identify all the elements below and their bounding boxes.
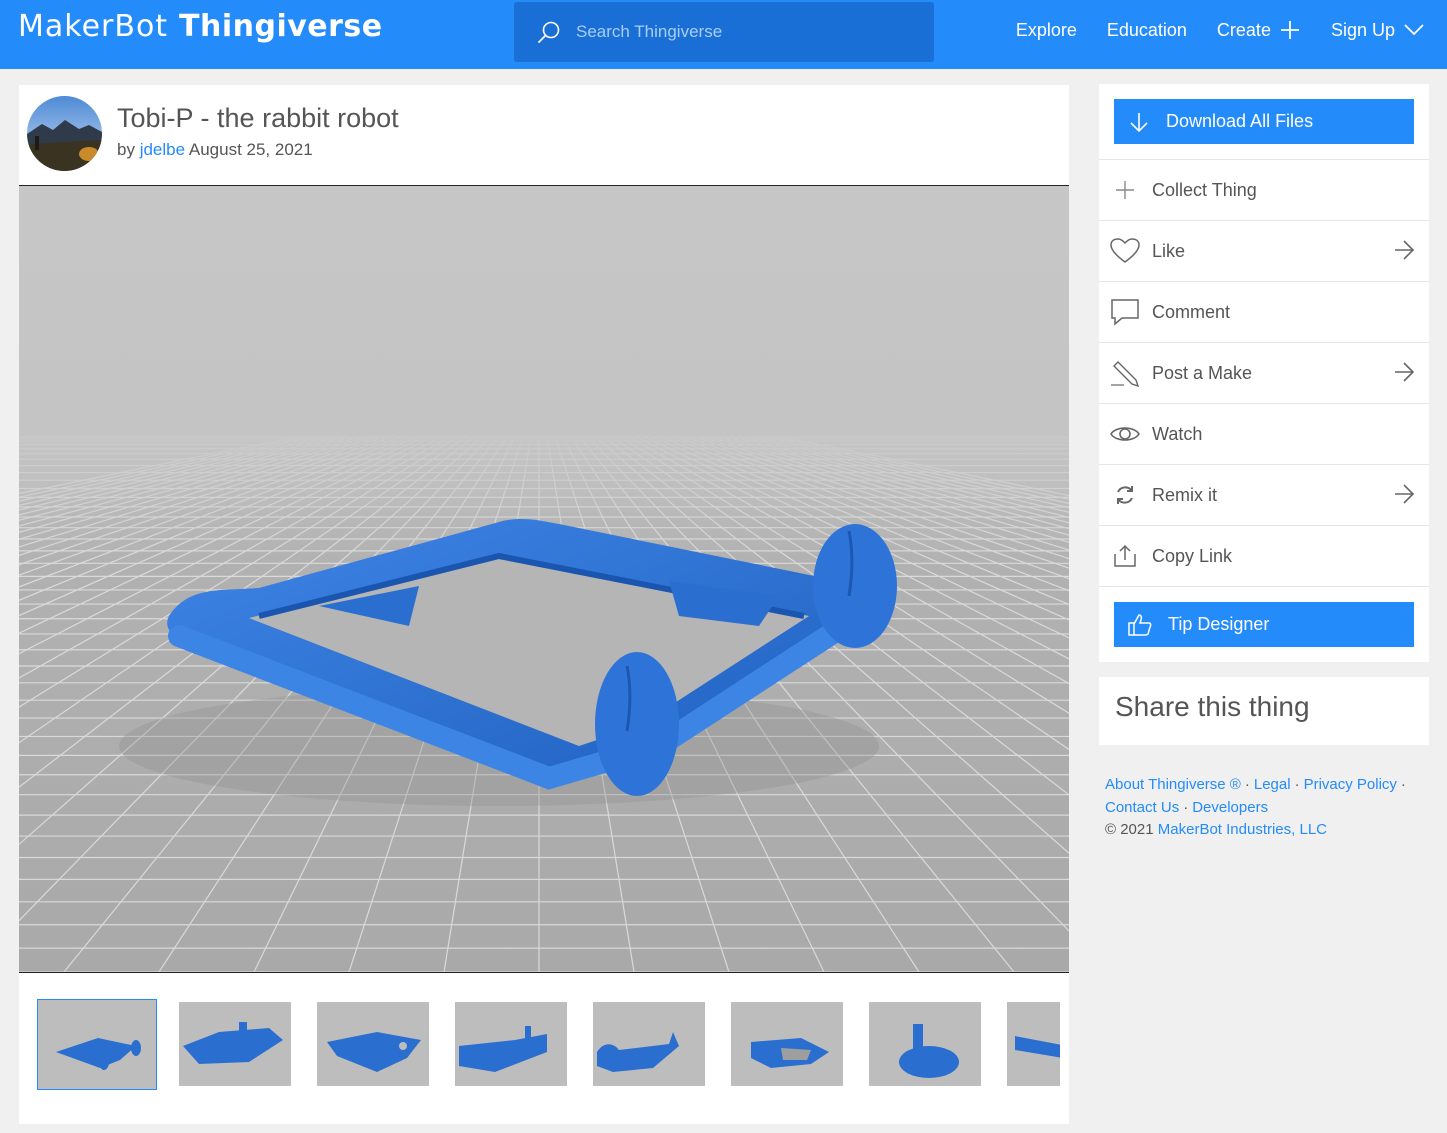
footer-separator: · — [1294, 776, 1300, 793]
like-label: Like — [1152, 240, 1186, 261]
post-a-make-action[interactable]: Post a Make — [1099, 342, 1429, 403]
footer-separator: · — [1400, 776, 1406, 793]
share-card: Share this thing — [1099, 677, 1429, 745]
eye-icon — [1110, 419, 1140, 449]
search-box[interactable] — [514, 2, 934, 62]
footer-line-1: About Thingiverse ® · Legal · Privacy Policy… — [1105, 774, 1435, 797]
logo-thingiverse-text: Thingiverse — [179, 9, 383, 44]
privacy-policy-link[interactable]: Privacy Policy — [1304, 776, 1397, 793]
thumbnail-3[interactable] — [317, 1002, 429, 1086]
author-link[interactable]: jdelbe — [140, 140, 185, 159]
copy-link-action[interactable]: Copy Link — [1099, 525, 1429, 586]
collect-thing-label: Collect Thing — [1152, 179, 1257, 200]
arrow-right-icon — [1395, 362, 1415, 382]
thumbs-up-icon — [1128, 613, 1152, 636]
thumbnail-7[interactable] — [869, 1002, 981, 1086]
thing-actions-card: Download All Files Collect Thing Like Co… — [1099, 84, 1429, 662]
thumbnail-4[interactable] — [455, 1002, 567, 1086]
remix-cycle-icon — [1110, 480, 1140, 510]
nav-signup[interactable]: Sign Up — [1331, 20, 1425, 41]
model-image-viewer[interactable] — [19, 185, 1069, 973]
thumbnail-5[interactable] — [593, 1002, 705, 1086]
thing-header: Tobi-P - the rabbit robot by jdelbe Augu… — [19, 85, 1069, 185]
thing-meta: by jdelbe August 25, 2021 — [117, 140, 313, 160]
copyright-text: © 2021 — [1105, 821, 1154, 838]
developers-link[interactable]: Developers — [1192, 799, 1268, 816]
watch-label: Watch — [1152, 423, 1203, 444]
thing-main-card: Tobi-P - the rabbit robot by jdelbe Augu… — [19, 85, 1069, 1124]
top-header: MakerBot Thingiverse Explore Education C… — [0, 0, 1447, 69]
download-arrow-icon — [1130, 112, 1148, 132]
thumbnail-8[interactable] — [1007, 1002, 1060, 1086]
arrow-right-icon — [1395, 484, 1415, 504]
download-all-files-label: Download All Files — [1166, 111, 1314, 131]
nav-create-label: Create — [1216, 19, 1271, 40]
download-all-files-button[interactable]: Download All Files — [1114, 99, 1414, 144]
comment-label: Comment — [1152, 301, 1231, 322]
plus-icon — [1280, 21, 1299, 39]
nav-education-label: Education — [1106, 19, 1187, 40]
footer-copyright: © 2021 MakerBot Industries, LLC — [1105, 819, 1435, 842]
search-icon — [538, 21, 560, 43]
publish-date: August 25, 2021 — [188, 140, 313, 159]
watch-action[interactable]: Watch — [1099, 403, 1429, 464]
chevron-down-icon — [1404, 24, 1424, 36]
pencil-icon — [1110, 358, 1140, 388]
actions-divider — [1099, 586, 1429, 587]
search-input[interactable] — [576, 22, 896, 42]
comment-action[interactable]: Comment — [1099, 281, 1429, 342]
footer-separator: · — [1244, 776, 1250, 793]
arrow-right-icon — [1395, 240, 1415, 260]
nav-explore-label: Explore — [1015, 19, 1077, 40]
copy-link-label: Copy Link — [1152, 545, 1233, 566]
collect-thing-action[interactable]: Collect Thing — [1099, 159, 1429, 220]
tip-designer-label: Tip Designer — [1168, 614, 1270, 634]
footer-links: About Thingiverse ® · Legal · Privacy Policy… — [1105, 774, 1435, 842]
thumbnail-2[interactable] — [179, 1002, 291, 1086]
plus-icon — [1110, 175, 1140, 205]
avatar-landscape-image — [27, 96, 102, 171]
share-upload-icon — [1110, 541, 1140, 571]
share-this-thing-heading: Share this thing — [1115, 691, 1310, 722]
about-thingiverse-link[interactable]: About Thingiverse ® — [1105, 776, 1241, 793]
footer-line-2: Contact Us · Developers — [1105, 797, 1435, 820]
model-render-image — [19, 186, 1069, 972]
contact-us-link[interactable]: Contact Us — [1105, 799, 1179, 816]
comment-bubble-icon — [1110, 297, 1140, 327]
like-action[interactable]: Like — [1099, 220, 1429, 281]
makerbot-thingiverse-logo[interactable]: MakerBot Thingiverse — [18, 9, 383, 44]
thing-title: Tobi-P - the rabbit robot — [117, 103, 399, 133]
nav-signup-label: Sign Up — [1330, 19, 1395, 40]
thumbnail-strip — [37, 999, 1060, 1091]
nav-explore[interactable]: Explore — [1016, 20, 1077, 41]
post-a-make-label: Post a Make — [1152, 362, 1253, 383]
makerbot-industries-link[interactable]: MakerBot Industries, LLC — [1158, 821, 1327, 838]
remix-it-label: Remix it — [1152, 484, 1218, 505]
footer-separator: · — [1183, 798, 1189, 816]
logo-makerbot-text: MakerBot — [18, 9, 169, 44]
tip-designer-button[interactable]: Tip Designer — [1114, 602, 1414, 647]
thumbnail-1[interactable] — [37, 999, 157, 1090]
thumbnail-6[interactable] — [731, 1002, 843, 1086]
legal-link[interactable]: Legal — [1254, 776, 1291, 793]
main-nav: Explore Education Create Sign Up — [986, 19, 1425, 41]
nav-education[interactable]: Education — [1107, 20, 1187, 41]
remix-it-action[interactable]: Remix it — [1099, 464, 1429, 525]
nav-create[interactable]: Create — [1217, 19, 1301, 41]
by-label: by — [117, 140, 135, 159]
avatar[interactable] — [27, 96, 102, 171]
heart-icon — [1110, 236, 1140, 266]
